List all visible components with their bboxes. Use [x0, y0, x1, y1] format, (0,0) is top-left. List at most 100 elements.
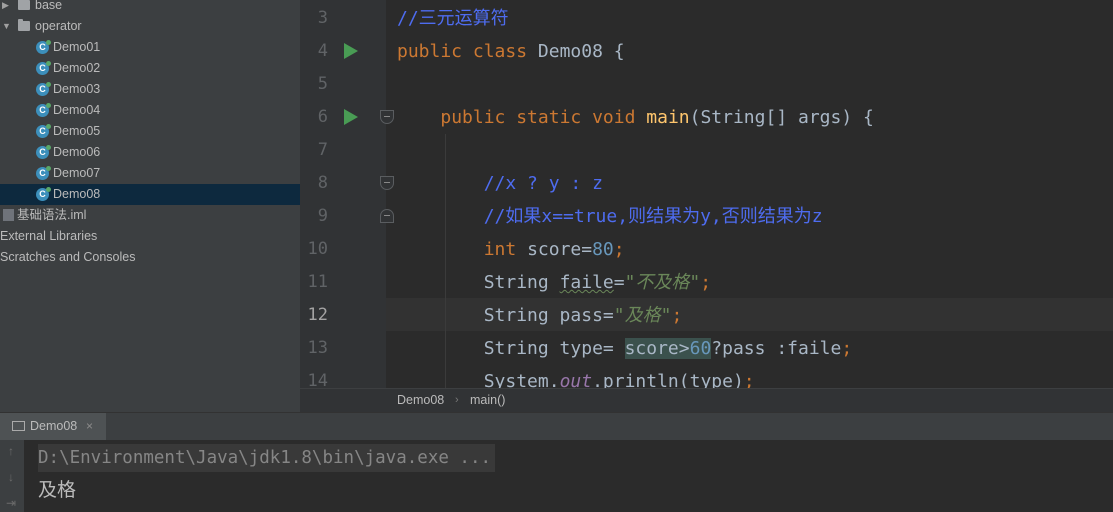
code-token: String: [397, 272, 560, 293]
console-output-line: 及格: [38, 479, 77, 501]
line-number: 6: [317, 107, 328, 127]
code-token: ;: [671, 305, 683, 326]
code-line[interactable]: public class Demo08 {: [397, 35, 625, 68]
code-token: ;: [743, 371, 755, 388]
down-arrow-icon[interactable]: ↓: [0, 470, 22, 484]
line-number: 7: [317, 140, 328, 160]
code-line[interactable]: String faile="不及格";: [397, 266, 711, 299]
tree-item-label: Demo04: [53, 103, 101, 117]
code-line[interactable]: //三元运算符: [397, 2, 509, 35]
code-token: 80: [592, 239, 614, 260]
line-number: 13: [307, 338, 328, 358]
code-token: public class: [397, 41, 538, 62]
tree-item[interactable]: 基础语法.iml: [0, 205, 300, 226]
code-token: score=: [527, 239, 593, 260]
code-token: out: [559, 371, 593, 388]
java-class-icon: C: [36, 82, 51, 96]
tree-item[interactable]: C Demo05: [0, 121, 300, 142]
line-number: 9: [317, 206, 328, 226]
run-tab-bar: Demo08 ×: [0, 413, 1113, 440]
editor-gutter: 3 4 5 6 7 8 9 10 11 12 13 14: [300, 0, 394, 388]
code-token: public static void: [440, 107, 647, 128]
code-token: //x ? y : z: [483, 173, 603, 194]
tree-item-label: Demo06: [53, 145, 101, 159]
module-file-icon: [3, 209, 14, 221]
run-gutter-icon[interactable]: [344, 109, 358, 125]
run-tab-demo08[interactable]: Demo08 ×: [0, 413, 106, 440]
breadcrumb-class[interactable]: Demo08: [397, 389, 444, 411]
breadcrumb-method[interactable]: main(): [470, 389, 505, 411]
tree-item-label: Demo07: [53, 166, 101, 180]
line-number: 11: [307, 272, 328, 292]
soft-wrap-icon[interactable]: ⇥: [0, 496, 22, 510]
fold-marker-icon[interactable]: [380, 209, 394, 223]
code-token: Demo08 {: [537, 41, 625, 62]
code-token: main: [646, 107, 690, 128]
tree-item-label: Demo03: [53, 82, 101, 96]
java-class-icon: C: [36, 103, 51, 117]
code-token: ;: [613, 239, 625, 260]
java-class-icon: C: [36, 187, 51, 201]
line-number: 10: [307, 239, 328, 259]
code-line[interactable]: public static void main(String[] args) {: [397, 101, 874, 134]
console-icon: [12, 421, 25, 431]
fold-marker-icon[interactable]: [380, 110, 394, 124]
tree-item-label: operator: [35, 19, 82, 33]
close-icon[interactable]: ×: [86, 413, 93, 440]
tree-item[interactable]: Scratches and Consoles: [0, 247, 300, 268]
java-class-icon: C: [36, 145, 51, 159]
tree-item[interactable]: C Demo04: [0, 100, 300, 121]
fold-marker-icon[interactable]: [380, 176, 394, 190]
code-token: int: [483, 239, 528, 260]
tree-item-label: Demo05: [53, 124, 101, 138]
code-token: //三元运算符: [397, 8, 509, 29]
code-token: String type=: [397, 338, 625, 359]
code-token: 60: [689, 338, 712, 359]
chevron-down-icon[interactable]: ▼: [2, 16, 11, 37]
tree-item[interactable]: ▼ operator: [0, 16, 300, 37]
code-token: ;: [841, 338, 853, 359]
tree-item[interactable]: External Libraries: [0, 226, 300, 247]
code-line[interactable]: String pass="及格";: [397, 299, 683, 332]
run-toolbar: ↑ ↓ ⇥: [0, 440, 24, 512]
tree-item[interactable]: C Demo03: [0, 79, 300, 100]
code-token: .println(type): [592, 371, 744, 388]
run-tab-label: Demo08: [30, 419, 78, 433]
code-line[interactable]: //如果x==true,则结果为y,否则结果为z: [397, 200, 823, 233]
java-class-icon: C: [36, 40, 51, 54]
chevron-right-icon[interactable]: ▶: [2, 0, 9, 16]
tree-item[interactable]: C Demo07: [0, 163, 300, 184]
code-token: "不及格": [624, 272, 701, 293]
java-class-icon: C: [36, 61, 51, 75]
tree-item[interactable]: C Demo08: [0, 184, 300, 205]
code-line[interactable]: System.out.println(type);: [397, 365, 755, 388]
chevron-right-icon: ›: [455, 394, 459, 406]
code-line[interactable]: //x ? y : z: [397, 167, 603, 200]
code-line[interactable]: String type= score>60?pass :faile;: [397, 332, 852, 365]
tree-item[interactable]: C Demo01: [0, 37, 300, 58]
code-token: //如果x==true,则结果为y,否则结果为z: [483, 206, 823, 227]
code-token: ;: [700, 272, 712, 293]
line-number: 5: [317, 74, 328, 94]
tree-item[interactable]: C Demo02: [0, 58, 300, 79]
code-editor[interactable]: 3 4 5 6 7 8 9 10 11 12 13 14 //三元运算符 public class De…: [300, 0, 1113, 388]
tree-item-label: 基础语法.iml: [17, 208, 87, 222]
run-gutter-icon[interactable]: [344, 43, 358, 59]
folder-icon: [18, 0, 30, 10]
run-tool-window: Demo08 × ↑ ↓ ⇥ D:\Environment\Java\jdk1.…: [0, 412, 1113, 512]
up-arrow-icon[interactable]: ↑: [0, 444, 22, 458]
tree-item-label: Demo01: [53, 40, 101, 54]
tree-item[interactable]: C Demo06: [0, 142, 300, 163]
code-token: faile: [559, 272, 614, 293]
tree-item[interactable]: ▶ base: [0, 0, 300, 16]
tree-item-label: base: [35, 0, 63, 12]
code-line[interactable]: int score=80;: [397, 233, 625, 266]
tree-item-label: Scratches and Consoles: [0, 250, 136, 264]
tree-item-label: Demo02: [53, 61, 101, 75]
folder-icon: [18, 19, 30, 31]
line-number: 8: [317, 173, 328, 193]
code-token: score>: [624, 338, 690, 359]
